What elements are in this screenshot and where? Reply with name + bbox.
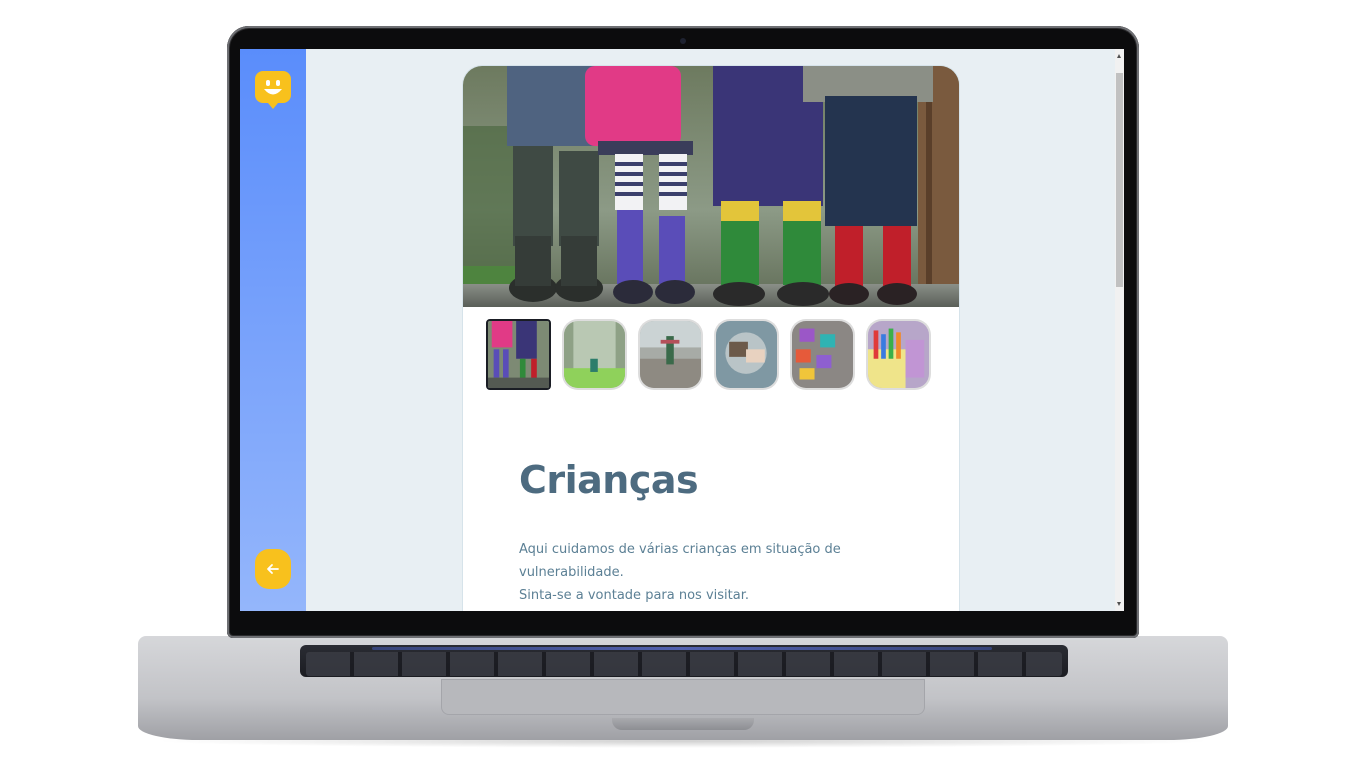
- page-title: Crianças: [519, 458, 699, 502]
- vertical-scrollbar[interactable]: [1115, 49, 1124, 611]
- scroll-thumb[interactable]: [1116, 73, 1123, 287]
- camera-icon: [680, 38, 686, 44]
- screen: Crianças Aqui cuidamos de várias criança…: [240, 49, 1124, 611]
- page-description: Aqui cuidamos de várias crianças em situ…: [519, 538, 939, 607]
- thumbnail-child-dancing-road[interactable]: [638, 319, 703, 390]
- orphanage-card: Crianças Aqui cuidamos de várias criança…: [462, 65, 960, 611]
- thumbnail-crayons[interactable]: [866, 319, 931, 390]
- laptop-notch: [612, 718, 754, 730]
- thumbnail-child-misty-forest[interactable]: [562, 319, 627, 390]
- sidebar: [240, 49, 306, 611]
- scroll-up-arrow-icon[interactable]: [1117, 54, 1121, 58]
- thumbnail-hands-holding[interactable]: [714, 319, 779, 390]
- thumbnail-alphabet-letters[interactable]: [790, 319, 855, 390]
- main-photo: [463, 66, 959, 307]
- trackpad: [441, 679, 925, 715]
- scroll-down-arrow-icon[interactable]: [1117, 602, 1121, 606]
- arrow-left-icon: [267, 564, 279, 574]
- back-button[interactable]: [255, 549, 291, 589]
- keyboard-keys: [306, 652, 1062, 676]
- thumbnail-children-rain-boots[interactable]: [486, 319, 551, 390]
- thumbnail-gallery: [486, 319, 936, 391]
- description-line: Sinta-se a vontade para nos visitar.: [519, 588, 749, 603]
- smiley-map-pin-icon[interactable]: [255, 71, 291, 109]
- touch-bar: [372, 647, 992, 650]
- description-line: Aqui cuidamos de várias crianças em situ…: [519, 542, 841, 580]
